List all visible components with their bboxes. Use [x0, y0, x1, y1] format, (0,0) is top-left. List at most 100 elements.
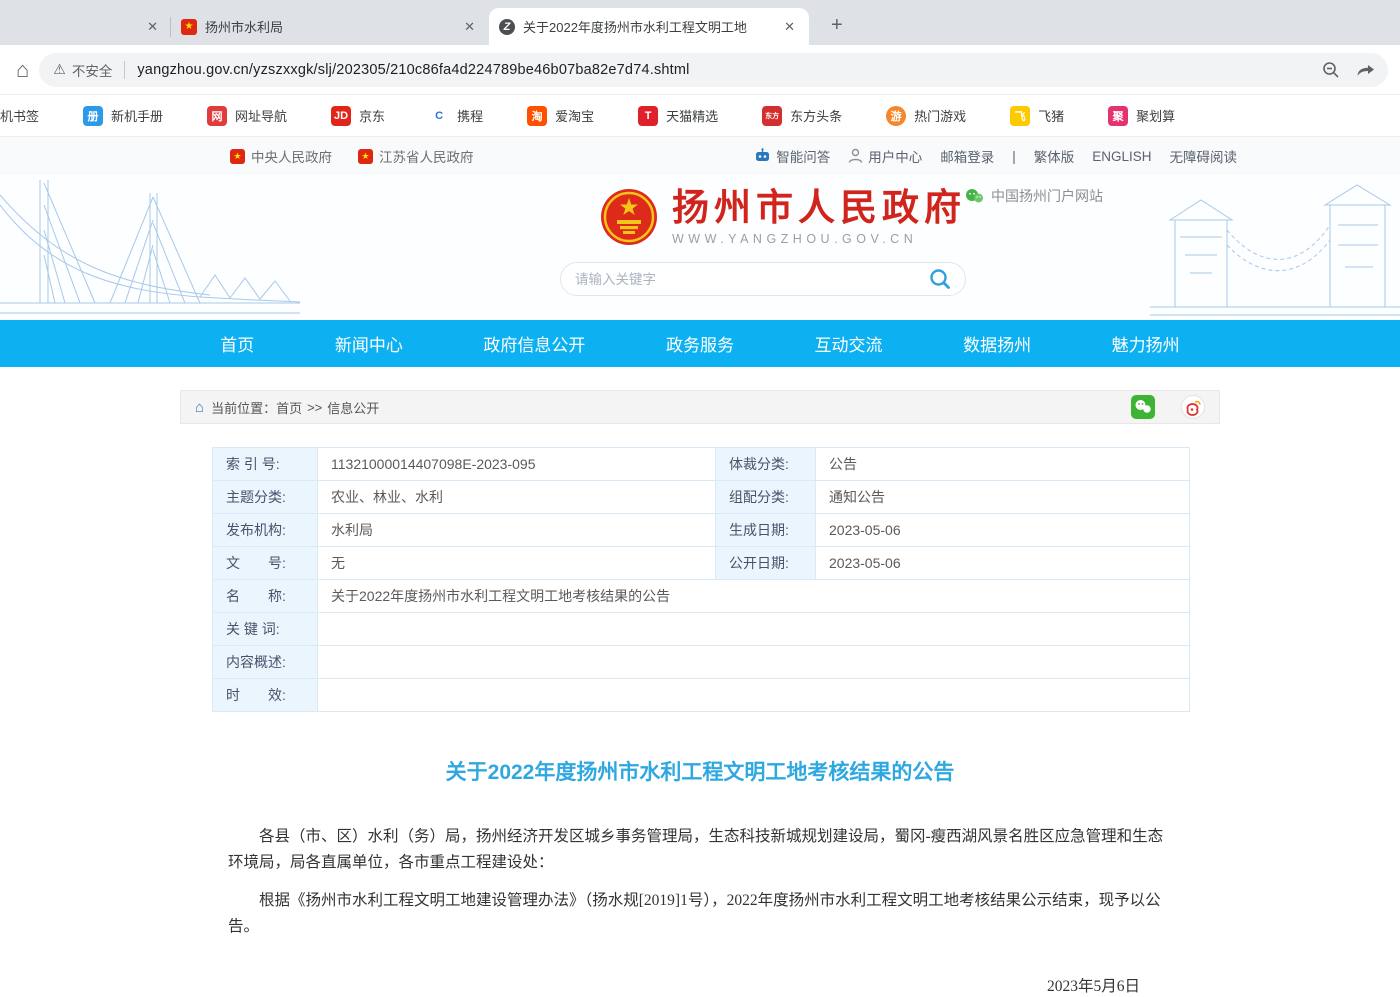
meta-value: 水利局	[318, 514, 715, 546]
close-icon[interactable]: ✕	[143, 17, 162, 37]
breadcrumb-separator: >>	[307, 400, 322, 415]
meta-label: 名 称:	[213, 580, 317, 612]
bookmark-item[interactable]: 淘 爱淘宝	[527, 106, 594, 126]
security-label[interactable]: 不安全	[72, 60, 113, 80]
meta-value: 农业、林业、水利	[318, 481, 715, 513]
nav-item[interactable]: 政务服务	[660, 327, 740, 360]
bookmark-item[interactable]: 册 新机手册	[83, 106, 163, 126]
warning-icon[interactable]: ⚠	[53, 61, 66, 78]
bookmark-item[interactable]: 聚 聚划算	[1108, 106, 1175, 126]
smart-qa-link[interactable]: 智能问答	[754, 146, 830, 166]
gov-portal-link[interactable]: ★ 江苏省人民政府	[358, 146, 474, 166]
site-title: 扬州市人民政府	[672, 189, 966, 229]
utility-link[interactable]: |	[1012, 149, 1016, 164]
gov-emblem-icon: ★	[358, 149, 373, 164]
nav-item[interactable]: 首页	[214, 327, 260, 360]
article-paragraph: 各县（市、区）水利（务）局，扬州经济开发区城乡事务管理局，生态科技新城规划建设局…	[228, 824, 1172, 876]
nav-item[interactable]: 政府信息公开	[477, 327, 591, 360]
meta-label: 组配分类:	[716, 481, 815, 513]
bookmark-item[interactable]: T 天猫精选	[638, 106, 718, 126]
meta-value	[318, 679, 1189, 711]
bookmark-item[interactable]: 游 热门游戏	[886, 106, 966, 126]
home-icon[interactable]: ⌂	[16, 57, 29, 83]
bookmarks-bar: 机书签 册 新机手册 网 网址导航 JD 京东 C 携程 淘 爱淘宝 T 天猫精…	[0, 95, 1400, 137]
breadcrumb-current-link[interactable]: 信息公开	[327, 398, 379, 417]
bookmark-favicon: T	[638, 106, 658, 126]
bookmark-label: 网址导航	[235, 106, 287, 125]
portal-label[interactable]: 中国扬州门户网站	[965, 186, 1103, 206]
bookmark-label: 聚划算	[1136, 106, 1175, 125]
search-icon[interactable]	[929, 268, 951, 290]
url-text[interactable]: yangzhou.gov.cn/yzszxxgk/slj/202305/210c…	[137, 62, 689, 78]
bookmark-item[interactable]: JD 京东	[331, 106, 385, 126]
breadcrumb-prefix: 当前位置：	[211, 398, 276, 417]
meta-label: 时 效:	[213, 679, 317, 711]
gov-emblem-icon: ★	[230, 149, 245, 164]
weibo-share-icon[interactable]	[1181, 395, 1205, 419]
banner-art-left-bridge	[0, 175, 300, 320]
bookmark-item[interactable]: 机书签	[0, 106, 39, 125]
utility-link[interactable]: 繁体版	[1034, 146, 1075, 166]
address-bar[interactable]: ⚠ 不安全 yangzhou.gov.cn/yzszxxgk/slj/20230…	[39, 53, 1388, 87]
close-icon[interactable]: ✕	[460, 17, 479, 37]
nav-item[interactable]: 魅力扬州	[1106, 327, 1186, 360]
tab-title: 关于2022年度扬州市水利工程文明工地	[523, 17, 772, 36]
meta-value: 无	[318, 547, 715, 579]
site-logo[interactable]: 扬州市人民政府 WWW.YANGZHOU.GOV.CN	[600, 188, 966, 246]
breadcrumb: ⌂ 当前位置： 首页 >> 信息公开	[180, 390, 1220, 424]
bookmark-favicon: 游	[886, 106, 906, 126]
user-center-label: 用户中心	[868, 146, 922, 166]
gov-portal-link[interactable]: ★ 中央人民政府	[230, 146, 332, 166]
new-tab-button[interactable]: +	[823, 14, 851, 37]
utility-link[interactable]: 邮箱登录	[940, 146, 994, 166]
bookmark-favicon: 东方	[762, 106, 782, 126]
meta-value: 关于2022年度扬州市水利工程文明工地考核结果的公告	[318, 580, 1189, 612]
nav-item[interactable]: 互动交流	[809, 327, 889, 360]
zoom-out-icon[interactable]	[1322, 61, 1340, 79]
site-logo-icon: Z	[499, 19, 515, 35]
utility-link[interactable]: 无障碍阅读	[1170, 146, 1238, 166]
meta-value: 2023-05-06	[816, 514, 1189, 546]
meta-value	[318, 646, 1189, 678]
bookmark-label: 机书签	[0, 106, 39, 125]
bookmark-label: 热门游戏	[914, 106, 966, 125]
bookmark-favicon: 聚	[1108, 106, 1128, 126]
bookmark-item[interactable]: 飞 飞猪	[1010, 106, 1064, 126]
site-url-label: WWW.YANGZHOU.GOV.CN	[672, 232, 966, 246]
wechat-share-icon[interactable]	[1131, 395, 1155, 419]
utility-link[interactable]: ENGLISH	[1092, 149, 1151, 164]
main-nav: 首页 新闻中心 政府信息公开 政务服务 互动交流 数据扬州 魅力扬州	[0, 320, 1400, 367]
search-box[interactable]	[560, 262, 966, 296]
bookmark-label: 京东	[359, 106, 385, 125]
breadcrumb-home-link[interactable]: 首页	[276, 398, 302, 417]
bookmark-favicon: C	[429, 106, 449, 126]
meta-label: 主题分类:	[213, 481, 317, 513]
portal-text: 中国扬州门户网站	[991, 186, 1103, 206]
bookmark-favicon: JD	[331, 106, 351, 126]
share-icon[interactable]	[1356, 61, 1376, 79]
user-center-link[interactable]: 用户中心	[848, 146, 922, 166]
browser-toolbar: ⌂ ⚠ 不安全 yangzhou.gov.cn/yzszxxgk/slj/202…	[0, 45, 1400, 95]
bookmark-label: 飞猪	[1038, 106, 1064, 125]
bookmark-favicon: 淘	[527, 106, 547, 126]
bookmark-item[interactable]: C 携程	[429, 106, 483, 126]
meta-label: 文 号:	[213, 547, 317, 579]
bookmark-item[interactable]: 网 网址导航	[207, 106, 287, 126]
bookmark-item[interactable]: 东方 东方头条	[762, 106, 842, 126]
meta-label: 内容概述:	[213, 646, 317, 678]
tab-active-announcement[interactable]: Z 关于2022年度扬州市水利工程文明工地 ✕	[489, 8, 809, 45]
search-input[interactable]	[575, 272, 929, 287]
tab-partial[interactable]: ✕	[0, 8, 170, 45]
meta-value: 通知公告	[816, 481, 1189, 513]
meta-value: 公告	[816, 448, 1189, 480]
nav-item[interactable]: 数据扬州	[957, 327, 1037, 360]
meta-value	[318, 613, 1189, 645]
close-icon[interactable]: ✕	[780, 17, 799, 37]
bookmark-favicon: 册	[83, 106, 103, 126]
tab-yangzhou-water-bureau[interactable]: ★ 扬州市水利局 ✕	[171, 8, 489, 45]
home-icon: ⌂	[195, 399, 204, 416]
smart-qa-label: 智能问答	[776, 146, 830, 166]
meta-label: 索 引 号:	[213, 448, 317, 480]
nav-item[interactable]: 新闻中心	[329, 327, 409, 360]
gov-link-label: 江苏省人民政府	[379, 146, 474, 166]
